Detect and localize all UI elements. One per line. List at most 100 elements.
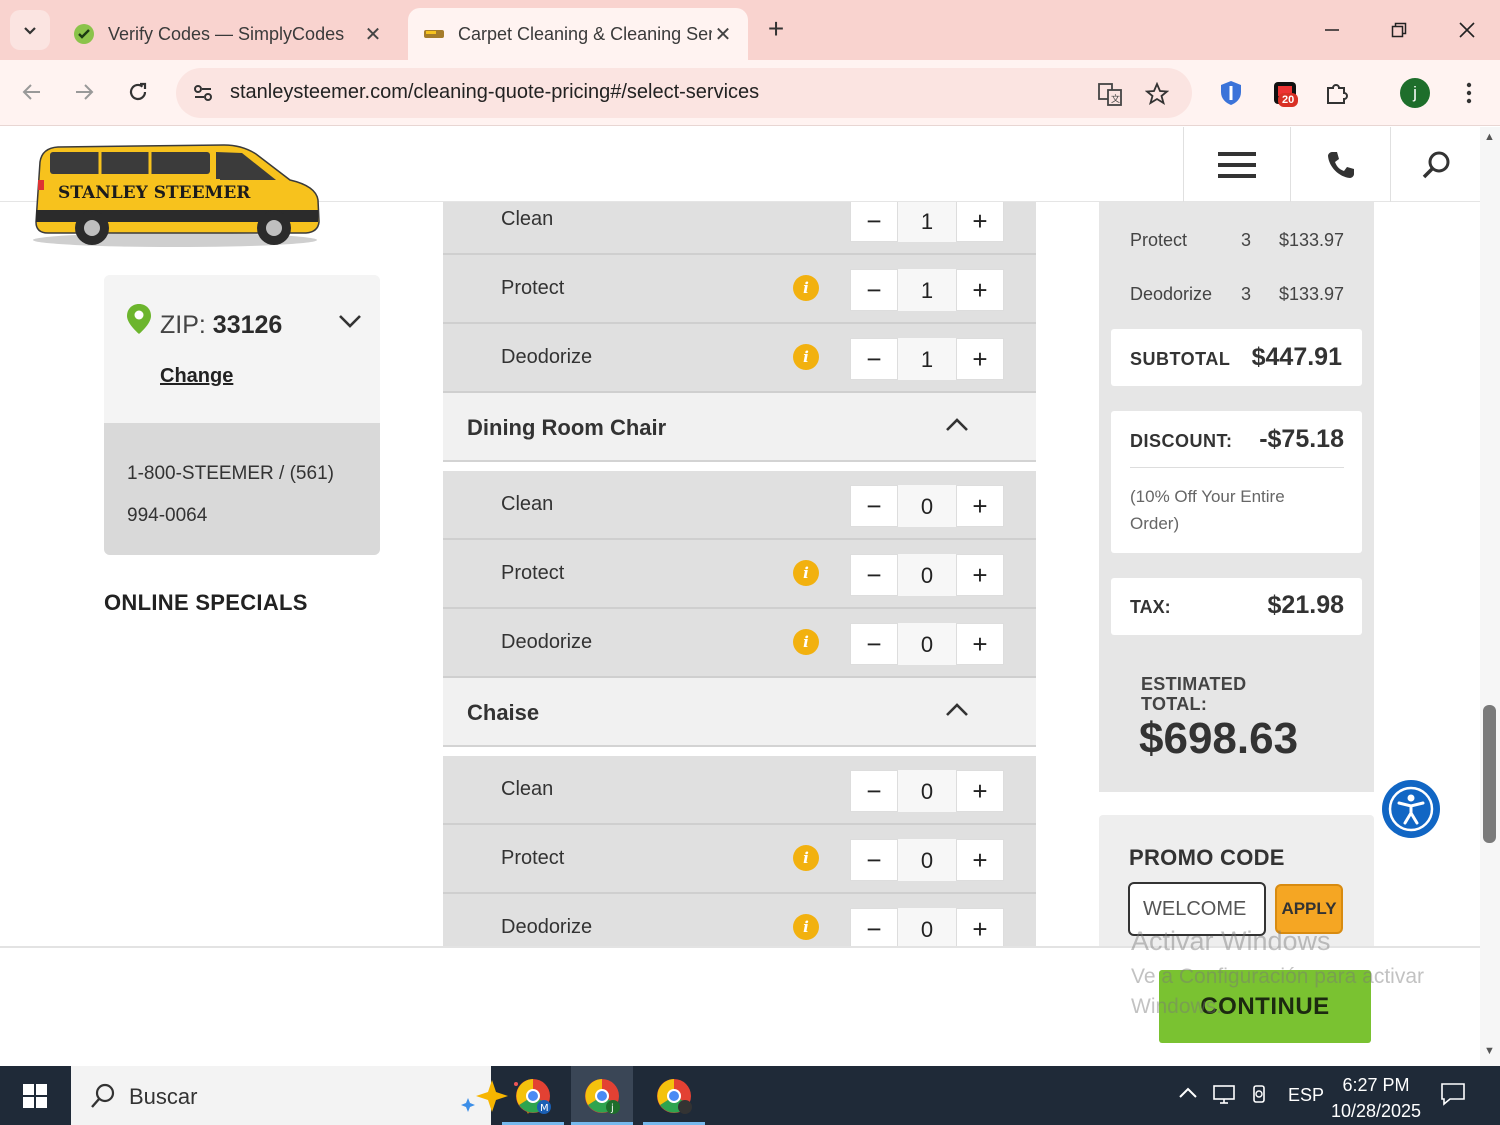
increase-button[interactable]: + xyxy=(956,623,1004,665)
decrease-button[interactable]: − xyxy=(850,770,898,812)
quantity-value[interactable]: 0 xyxy=(898,908,956,946)
close-icon[interactable]: ✕ xyxy=(362,22,384,47)
chrome-icon: j xyxy=(585,1078,620,1114)
chrome-guest-taskbar[interactable] xyxy=(643,1066,705,1125)
decrease-button[interactable]: − xyxy=(850,623,898,665)
scroll-down-arrow-icon[interactable]: ▼ xyxy=(1484,1045,1495,1057)
decrease-button[interactable]: − xyxy=(850,554,898,596)
call-button[interactable] xyxy=(1290,127,1390,202)
chevron-down-icon xyxy=(24,27,36,35)
browser-menu-icon[interactable] xyxy=(1452,76,1486,110)
new-tab-button[interactable]: + xyxy=(760,14,792,46)
service-row: Clean −1 + xyxy=(443,202,1036,255)
service-row: Protect i −1 + xyxy=(443,255,1036,324)
decrease-button[interactable]: − xyxy=(850,485,898,527)
increase-button[interactable]: + xyxy=(956,269,1004,311)
increase-button[interactable]: + xyxy=(956,839,1004,881)
site-info-icon[interactable] xyxy=(188,78,218,108)
page-scrollbar[interactable]: ▲ ▼ xyxy=(1480,127,1500,1066)
chrome-icon: M xyxy=(516,1078,551,1114)
close-icon[interactable]: ✕ xyxy=(712,22,734,47)
translate-icon[interactable]: 文 xyxy=(1096,80,1124,108)
decrease-button[interactable]: − xyxy=(850,202,898,242)
stanley-steemer-icon xyxy=(424,30,444,38)
restore-button[interactable] xyxy=(1377,10,1421,50)
chrome-profile-m-taskbar[interactable]: M xyxy=(502,1066,564,1125)
volume-icon[interactable] xyxy=(1250,1083,1270,1110)
info-icon[interactable]: i xyxy=(793,845,819,871)
scroll-up-arrow-icon[interactable]: ▲ xyxy=(1484,131,1495,143)
shield-extension-icon[interactable] xyxy=(1214,76,1248,110)
minimize-button[interactable] xyxy=(1310,10,1354,50)
tab-search-button[interactable] xyxy=(10,10,50,50)
decrease-button[interactable]: − xyxy=(850,908,898,946)
forward-button[interactable] xyxy=(64,72,104,112)
change-zip-link[interactable]: Change xyxy=(160,365,233,388)
taskbar-clock[interactable]: 6:27 PM 10/28/2025 xyxy=(1326,1072,1426,1124)
info-icon[interactable]: i xyxy=(793,629,819,655)
extension-badge: 20 xyxy=(1278,93,1299,107)
address-bar[interactable]: stanleysteemer.com/cleaning-quote-pricin… xyxy=(176,68,1192,118)
chrome-profile-j-taskbar[interactable]: j xyxy=(571,1066,633,1125)
tab-stanley-steemer[interactable]: Carpet Cleaning & Cleaning Ser ✕ xyxy=(408,8,748,60)
quantity-value[interactable]: 0 xyxy=(898,839,956,881)
minimize-icon xyxy=(1325,29,1339,31)
close-window-button[interactable] xyxy=(1445,10,1489,50)
increase-button[interactable]: + xyxy=(956,554,1004,596)
back-button[interactable] xyxy=(12,72,52,112)
increase-button[interactable]: + xyxy=(956,770,1004,812)
input-language[interactable]: ESP xyxy=(1288,1085,1324,1106)
taskbar-search-box[interactable]: Buscar xyxy=(71,1066,535,1125)
online-specials-heading[interactable]: ONLINE SPECIALS xyxy=(104,590,308,616)
decrease-button[interactable]: − xyxy=(850,839,898,881)
increase-button[interactable]: + xyxy=(956,908,1004,946)
notifications-icon[interactable] xyxy=(1440,1082,1466,1111)
profile-avatar[interactable]: j xyxy=(1398,76,1432,110)
scrollbar-thumb[interactable] xyxy=(1483,705,1496,843)
accessibility-button[interactable] xyxy=(1382,780,1440,838)
chevron-up-icon[interactable] xyxy=(945,417,969,433)
start-button[interactable] xyxy=(0,1066,70,1125)
chevron-up-icon[interactable] xyxy=(945,702,969,718)
bookmark-star-icon[interactable] xyxy=(1143,80,1171,108)
info-icon[interactable]: i xyxy=(793,914,819,940)
stanley-steemer-logo[interactable]: STANLEY STEEMER xyxy=(28,140,322,250)
phone-number[interactable]: 1-800-STEEMER / (561) 994-0064 xyxy=(127,453,367,537)
network-icon[interactable] xyxy=(1212,1083,1236,1110)
quantity-value[interactable]: 0 xyxy=(898,770,956,812)
service-row: Deodorize i −0 + xyxy=(443,609,1036,678)
service-group-header[interactable]: Dining Room Chair xyxy=(443,393,1036,462)
phone-line-1: 1-800-STEEMER / (561) xyxy=(127,463,334,484)
quantity-value[interactable]: 1 xyxy=(898,269,956,311)
info-icon[interactable]: i xyxy=(793,344,819,370)
increase-button[interactable]: + xyxy=(956,338,1004,380)
increase-button[interactable]: + xyxy=(956,202,1004,242)
profile-initial: j xyxy=(1413,83,1417,102)
service-group-header[interactable]: Chaise xyxy=(443,678,1036,747)
back-arrow-icon xyxy=(22,84,40,100)
info-icon[interactable]: i xyxy=(793,560,819,586)
discount-note: (10% Off Your Entire Order) xyxy=(1130,487,1285,533)
quantity-value[interactable]: 0 xyxy=(898,623,956,665)
zip-value: 33126 xyxy=(212,311,283,339)
reload-button[interactable] xyxy=(118,72,158,112)
increase-button[interactable]: + xyxy=(956,485,1004,527)
service-group-title: Dining Room Chair xyxy=(467,415,667,440)
extensions-puzzle-icon[interactable] xyxy=(1320,76,1354,110)
tax-card: TAX: $21.98 xyxy=(1111,578,1362,635)
quantity-value[interactable]: 0 xyxy=(898,485,956,527)
zip-label: ZIP: xyxy=(160,311,206,339)
promo-code-title: PROMO CODE xyxy=(1129,845,1285,870)
quantity-value[interactable]: 1 xyxy=(898,338,956,380)
quantity-value[interactable]: 0 xyxy=(898,554,956,596)
menu-button[interactable] xyxy=(1183,127,1290,202)
chevron-down-icon[interactable] xyxy=(338,313,362,329)
decrease-button[interactable]: − xyxy=(850,338,898,380)
show-hidden-icons-icon[interactable] xyxy=(1178,1083,1198,1104)
decrease-button[interactable]: − xyxy=(850,269,898,311)
search-button[interactable] xyxy=(1390,127,1480,202)
accessibility-icon xyxy=(1388,786,1434,832)
quantity-value[interactable]: 1 xyxy=(898,202,956,242)
tab-simplycodes[interactable]: Verify Codes — SimplyCodes ✕ xyxy=(58,8,398,60)
info-icon[interactable]: i xyxy=(793,275,819,301)
